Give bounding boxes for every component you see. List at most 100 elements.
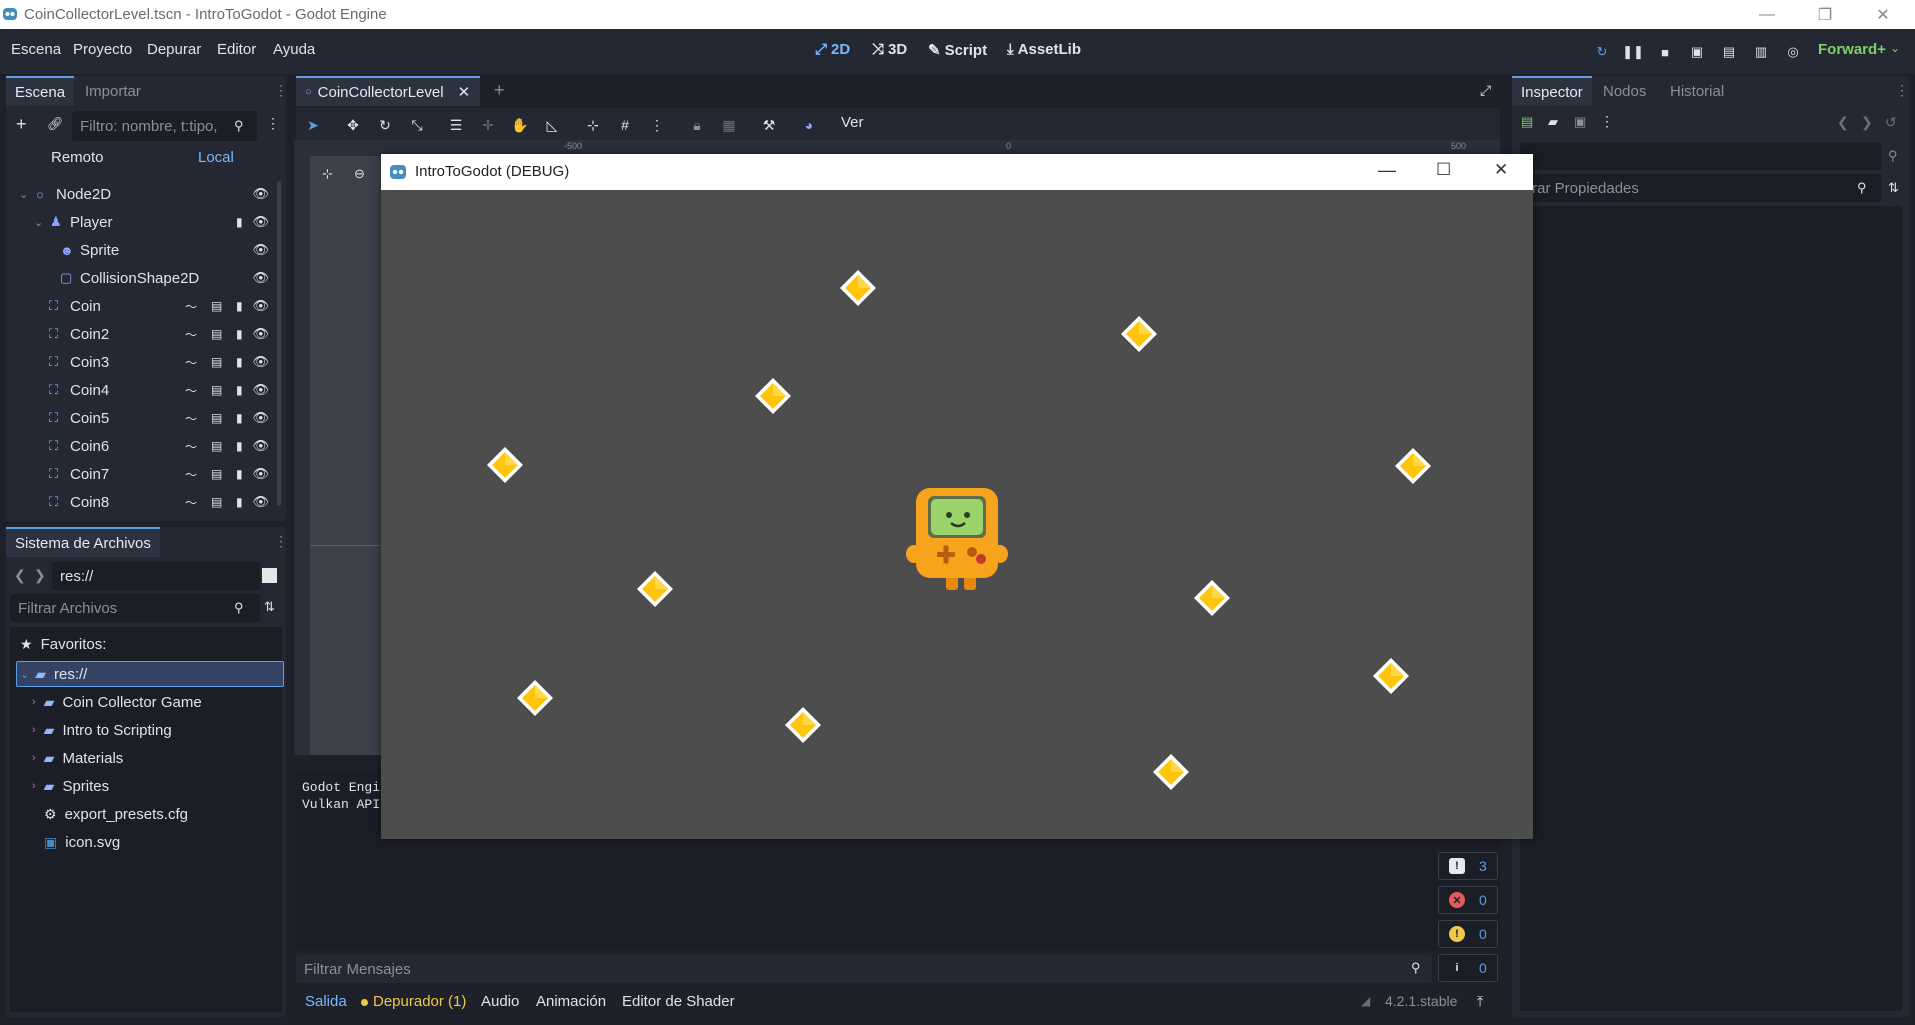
script-attached-icon[interactable]: ▮ xyxy=(236,383,243,397)
tree-node-coin4[interactable]: ⛶ Coin4 〜 ▤ ▮ 👁︎ xyxy=(14,377,279,403)
game-minimize-button[interactable]: — xyxy=(1378,160,1396,181)
rotate-tool-icon[interactable]: ↻ xyxy=(374,114,396,136)
visibility-icon[interactable]: 👁︎ xyxy=(252,438,269,454)
scene-options-icon[interactable]: ⋮ xyxy=(266,115,280,132)
lock-icon[interactable]: 🔒︎ xyxy=(686,114,708,136)
visibility-icon[interactable]: 👁︎ xyxy=(252,466,269,482)
stop-icon[interactable]: ■ xyxy=(1654,41,1676,63)
dock-menu-icon[interactable]: ⋮ xyxy=(1895,82,1909,99)
scale-tool-icon[interactable]: ⤡ xyxy=(406,114,428,136)
visibility-icon[interactable]: 👁︎ xyxy=(252,382,269,398)
menu-proyecto[interactable]: Proyecto xyxy=(73,41,132,58)
tab-historial[interactable]: Historial xyxy=(1661,76,1733,106)
workspace-3d-button[interactable]: ⤨ 3D xyxy=(872,41,907,58)
history-forward-icon[interactable]: ❯ xyxy=(1861,114,1873,131)
expand-icon[interactable]: › xyxy=(32,780,36,792)
local-tab[interactable]: Local xyxy=(198,149,234,166)
visibility-icon[interactable]: 👁︎ xyxy=(252,410,269,426)
save-icon[interactable]: ▣ xyxy=(1574,114,1586,130)
signal-icon[interactable]: 〜 xyxy=(185,354,197,371)
remote-debug-icon[interactable]: ▣ xyxy=(1686,41,1708,63)
dock-menu-icon[interactable]: ⋮ xyxy=(274,82,288,99)
script-attached-icon[interactable]: ▮ xyxy=(236,299,243,313)
tab-escena[interactable]: Escena xyxy=(6,76,75,106)
property-options-icon[interactable]: ⇅ xyxy=(1888,180,1899,196)
signal-icon[interactable]: 〜 xyxy=(185,466,197,483)
expand-icon[interactable]: › xyxy=(32,696,36,708)
select-tool-icon[interactable]: ➤ xyxy=(302,114,324,136)
signal-icon[interactable]: 〜 xyxy=(185,410,197,427)
menu-escena[interactable]: Escena xyxy=(11,41,61,58)
scene-instance-icon[interactable]: ▤ xyxy=(211,411,222,425)
tab-inspector[interactable]: Inspector xyxy=(1512,76,1592,106)
renderer-select[interactable]: Forward+ xyxy=(1818,41,1886,58)
restart-icon[interactable]: ↻ xyxy=(1591,41,1613,63)
file-export-presets[interactable]: ⚙ export_presets.cfg xyxy=(44,801,309,827)
grid-snap-icon[interactable]: # xyxy=(614,114,636,136)
link-icon[interactable]: 🔗︎ xyxy=(47,116,64,132)
pan-tool-icon[interactable]: ✋ xyxy=(509,114,531,136)
object-history-icon[interactable]: ↺ xyxy=(1885,114,1897,131)
folder-intro-to-scripting[interactable]: › ▰ Intro to Scripting xyxy=(32,717,297,743)
tree-node-coin8[interactable]: ⛶ Coin8 〜 ▤ ▮ 👁︎ xyxy=(14,489,279,515)
scene-instance-icon[interactable]: ▤ xyxy=(211,467,222,481)
scene-filter-input[interactable]: Filtro: nombre, t:tipo, xyxy=(72,111,257,141)
pause-icon[interactable]: ❚❚ xyxy=(1622,41,1644,63)
play-custom-scene-icon[interactable]: ▥ xyxy=(1750,41,1772,63)
game-maximize-button[interactable]: ☐ xyxy=(1436,160,1451,180)
tree-node-collisionshape2d[interactable]: ▢ CollisionShape2D 👁︎ xyxy=(14,265,279,291)
back-icon[interactable]: ❮ xyxy=(14,567,26,584)
collapse-icon[interactable]: ⌄ xyxy=(19,188,28,201)
signal-icon[interactable]: 〜 xyxy=(185,494,197,511)
visibility-icon[interactable]: 👁︎ xyxy=(252,354,269,370)
tree-node-node2d[interactable]: ⌄ ○ Node2D 👁︎ xyxy=(14,181,279,207)
tree-node-coin2[interactable]: ⛶ Coin2 〜 ▤ ▮ 👁︎ xyxy=(14,321,279,347)
script-attached-icon[interactable]: ▮ xyxy=(236,327,243,341)
tab-debugger[interactable]: Depurador (1) xyxy=(373,993,466,1010)
script-attached-icon[interactable]: ▮ xyxy=(236,215,243,229)
workspace-assetlib-button[interactable]: ⤓ AssetLib xyxy=(1007,41,1081,58)
restore-button[interactable]: ❐ xyxy=(1802,0,1848,29)
script-attached-icon[interactable]: ▮ xyxy=(236,355,243,369)
collapse-icon[interactable]: ⌄ xyxy=(20,668,29,681)
favorites-row[interactable]: ★ Favoritos: xyxy=(20,631,285,657)
signal-icon[interactable]: 〜 xyxy=(185,298,197,315)
script-attached-icon[interactable]: ▮ xyxy=(236,467,243,481)
scene-instance-icon[interactable]: ▤ xyxy=(211,495,222,509)
close-button[interactable]: ✕ xyxy=(1860,0,1906,29)
signal-icon[interactable]: 〜 xyxy=(185,438,197,455)
zoom-out-icon[interactable]: ⊖ xyxy=(354,166,365,182)
open-folder-icon[interactable]: ▰ xyxy=(1548,114,1558,130)
tree-node-coin7[interactable]: ⛶ Coin7 〜 ▤ ▮ 👁︎ xyxy=(14,461,279,487)
folder-sprites[interactable]: › ▰ Sprites xyxy=(32,773,297,799)
play-scene-icon[interactable]: ▤ xyxy=(1718,41,1740,63)
visibility-icon[interactable]: 👁︎ xyxy=(252,494,269,510)
tab-nodos[interactable]: Nodos xyxy=(1594,76,1655,106)
warnings-counter[interactable]: ! 0 xyxy=(1438,920,1498,948)
visibility-icon[interactable]: 👁︎ xyxy=(252,186,269,202)
add-tab-icon[interactable]: + xyxy=(494,80,505,101)
folder-res[interactable]: ⌄ ▰ res:// xyxy=(20,661,285,687)
remote-tab[interactable]: Remoto xyxy=(51,149,104,166)
menu-ayuda[interactable]: Ayuda xyxy=(273,41,315,58)
filter-properties-input[interactable]: trar Propiedades xyxy=(1520,174,1882,202)
workspace-script-button[interactable]: ✎ Script xyxy=(928,41,987,60)
selectable-nodes-icon[interactable]: ☰ xyxy=(445,114,467,136)
object-path-field[interactable] xyxy=(1520,142,1882,170)
snap-options-icon[interactable]: ⋮ xyxy=(646,114,668,136)
errors-counter[interactable]: ✕ 0 xyxy=(1438,886,1498,914)
tree-node-coin3[interactable]: ⛶ Coin3 〜 ▤ ▮ 👁︎ xyxy=(14,349,279,375)
scene-instance-icon[interactable]: ▤ xyxy=(211,355,222,369)
folder-materials[interactable]: › ▰ Materials xyxy=(32,745,297,771)
tab-animation[interactable]: Animación xyxy=(536,993,606,1010)
game-window[interactable]: IntroToGodot (DEBUG) — ☐ ✕ xyxy=(381,154,1533,839)
resource-options-icon[interactable]: ⋮ xyxy=(1600,113,1614,130)
new-resource-icon[interactable]: ▤ xyxy=(1521,114,1533,130)
scene-tree-scrollbar[interactable] xyxy=(277,181,281,506)
script-attached-icon[interactable]: ▮ xyxy=(236,411,243,425)
minimize-button[interactable]: — xyxy=(1744,0,1790,29)
ruler-tool-icon[interactable]: ◺ xyxy=(541,114,563,136)
add-node-icon[interactable]: + xyxy=(16,114,27,135)
signal-icon[interactable]: 〜 xyxy=(185,326,197,343)
expand-icon[interactable]: › xyxy=(32,752,36,764)
